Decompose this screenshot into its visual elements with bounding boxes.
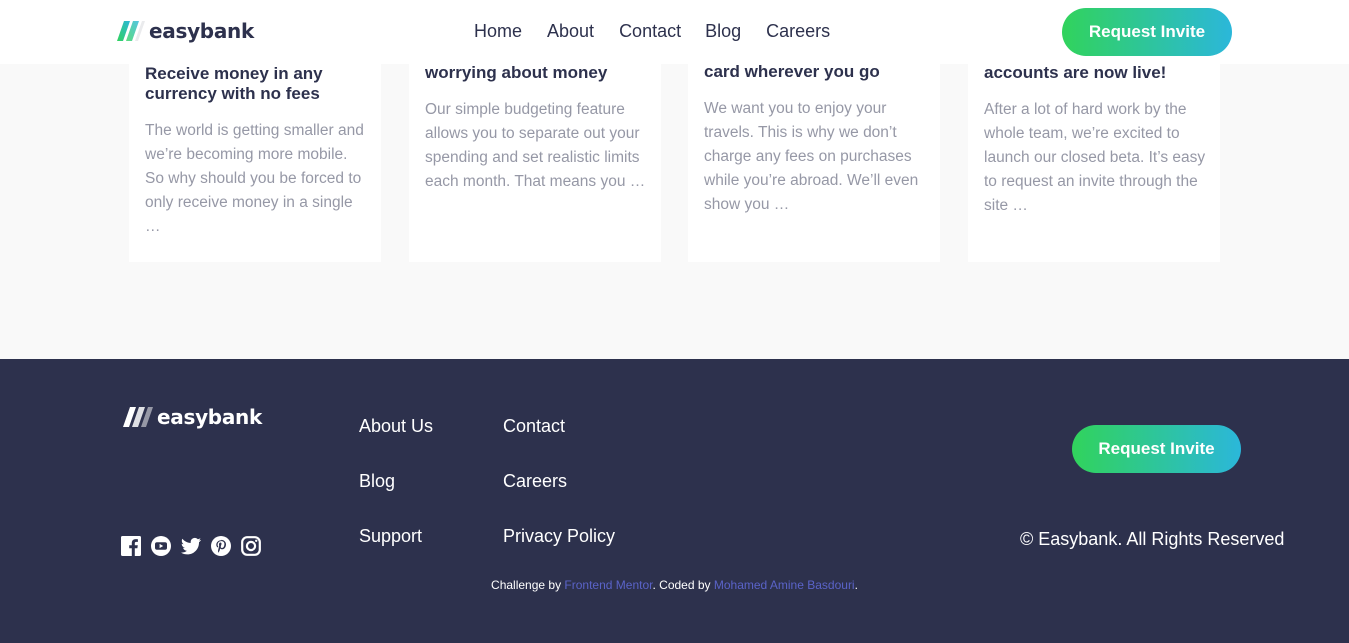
brand-name: easybank [149,19,254,43]
twitter-icon [181,537,201,555]
social-links [121,536,261,556]
attribution: Challenge by Frontend Mentor. Coded by M… [0,578,1349,592]
footer-link-blog[interactable]: Blog [359,471,395,492]
instagram-icon [241,536,261,556]
facebook-icon [121,536,141,556]
attribution-prefix: Challenge by [491,578,565,592]
pinterest-link[interactable] [211,536,231,556]
article-title[interactable]: worrying about money [425,63,650,83]
brand-logo[interactable]: easybank [117,19,254,43]
article-excerpt: We want you to enjoy your travels. This … [704,100,919,213]
footer-link-privacy-policy[interactable]: Privacy Policy [503,526,615,547]
article-excerpt: Our simple budgeting feature allows you … [425,101,646,190]
article-excerpt: After a lot of hard work by the whole te… [984,101,1206,214]
footer-link-contact[interactable]: Contact [503,416,565,437]
nav-home[interactable]: Home [474,21,522,42]
footer-link-support[interactable]: Support [359,526,422,547]
facebook-link[interactable] [121,536,141,556]
copyright-text: © Easybank. All Rights Reserved [1020,529,1285,549]
pinterest-icon [211,536,231,556]
author-link[interactable]: Mohamed Amine Basdouri [714,578,855,592]
article-title[interactable]: card wherever you go [704,62,929,82]
footer-brand-name: easybank [157,405,262,429]
footer-request-invite-button[interactable]: Request Invite [1072,425,1241,473]
footer-brand-logo[interactable]: easybank [123,405,262,429]
frontend-mentor-link[interactable]: Frontend Mentor [564,578,652,592]
nav-contact[interactable]: Contact [619,21,681,42]
logo-mark-icon [123,407,153,427]
nav-about[interactable]: About [547,21,594,42]
attribution-suffix: . [854,578,858,592]
footer-link-careers[interactable]: Careers [503,471,567,492]
attribution-middle: . Coded by [652,578,714,592]
site-footer: easybank About Us Blog Support Contact C… [0,359,1349,643]
nav-careers[interactable]: Careers [766,21,830,42]
article-title[interactable]: Receive money in any currency with no fe… [145,64,350,104]
main-nav: Home About Contact Blog Careers [474,21,830,42]
logo-mark-icon [117,21,145,41]
nav-blog[interactable]: Blog [705,21,741,42]
instagram-link[interactable] [241,536,261,556]
youtube-link[interactable] [151,536,171,556]
article-title[interactable]: accounts are now live! [984,63,1209,83]
request-invite-button[interactable]: Request Invite [1062,8,1232,56]
youtube-icon [151,536,171,556]
twitter-link[interactable] [181,536,201,556]
article-excerpt: The world is getting smaller and we’re b… [145,122,364,235]
footer-link-about-us[interactable]: About Us [359,416,433,437]
site-header: easybank Home About Contact Blog Careers… [0,0,1349,64]
